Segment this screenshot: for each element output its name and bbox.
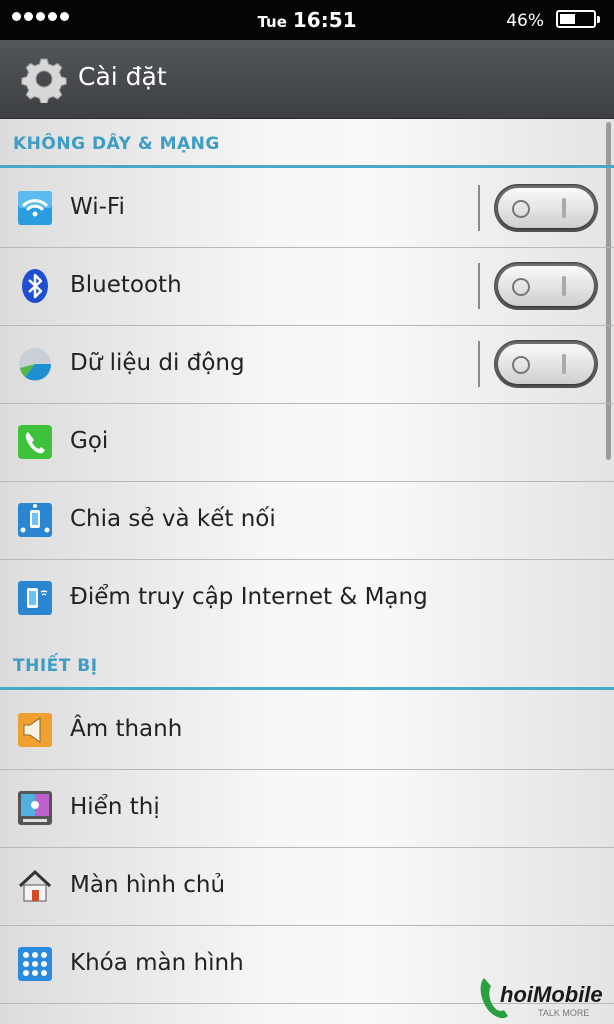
svg-text:TALK MORE: TALK MORE (538, 1008, 589, 1018)
mobile-data-icon (19, 348, 52, 381)
display-icon (18, 791, 52, 825)
status-time: 16:51 (292, 8, 357, 32)
battery-percent: 46% (506, 11, 544, 31)
section-header-wireless: KHÔNG DÂY & MẠNG (0, 120, 614, 168)
settings-item-hotspot[interactable]: Điểm truy cập Internet & Mạng (0, 560, 614, 638)
status-bar: Tue 16:51 46% (0, 0, 614, 40)
section-title: KHÔNG DÂY & MẠNG (13, 134, 220, 154)
mobile-data-toggle[interactable] (494, 340, 598, 388)
wifi-icon (18, 191, 52, 225)
settings-item-label: Dữ liệu di động (70, 350, 245, 376)
bluetooth-toggle[interactable] (494, 262, 598, 310)
settings-item-call[interactable]: Gọi (0, 404, 614, 482)
settings-item-label: Khóa màn hình (70, 950, 244, 976)
divider (478, 185, 480, 231)
action-bar: Cài đặt (0, 40, 614, 119)
settings-item-share-connect[interactable]: Chia sẻ và kết nối (0, 482, 614, 560)
settings-item-label: Âm thanh (70, 716, 183, 742)
choimobile-logo: hoiMobile TALK MORE (480, 978, 603, 1019)
svg-text:hoiMobile: hoiMobile (500, 982, 603, 1007)
battery-icon (556, 10, 600, 28)
bluetooth-icon (22, 269, 48, 303)
status-day: Tue (257, 13, 287, 31)
share-connect-icon (18, 503, 52, 537)
section-header-device: THIẾT BỊ (0, 642, 614, 690)
settings-item-label: Màn hình chủ (70, 872, 226, 898)
settings-item-label: Bluetooth (70, 272, 182, 298)
settings-item-bluetooth[interactable]: Bluetooth (0, 248, 614, 326)
wifi-toggle[interactable] (494, 184, 598, 232)
gear-icon[interactable] (20, 55, 68, 103)
speaker-icon (18, 713, 52, 747)
hotspot-icon (18, 581, 52, 615)
settings-item-label: Wi-Fi (70, 194, 125, 220)
divider (478, 263, 480, 309)
settings-item-label: Chia sẻ và kết nối (70, 506, 276, 532)
lock-screen-icon (18, 947, 52, 981)
settings-item-home-screen[interactable]: Màn hình chủ (0, 848, 614, 926)
phone-icon (18, 425, 52, 459)
settings-item-label: Gọi (70, 428, 109, 454)
settings-item-display[interactable]: Hiển thị (0, 770, 614, 848)
settings-item-wifi[interactable]: Wi-Fi (0, 170, 614, 248)
home-icon (18, 869, 52, 902)
settings-item-sound[interactable]: Âm thanh (0, 692, 614, 770)
settings-item-mobile-data[interactable]: Dữ liệu di động (0, 326, 614, 404)
page-title: Cài đặt (78, 62, 167, 91)
settings-item-label: Hiển thị (70, 794, 160, 820)
divider (478, 341, 480, 387)
settings-item-label: Điểm truy cập Internet & Mạng (70, 584, 428, 610)
section-title: THIẾT BỊ (13, 656, 98, 676)
